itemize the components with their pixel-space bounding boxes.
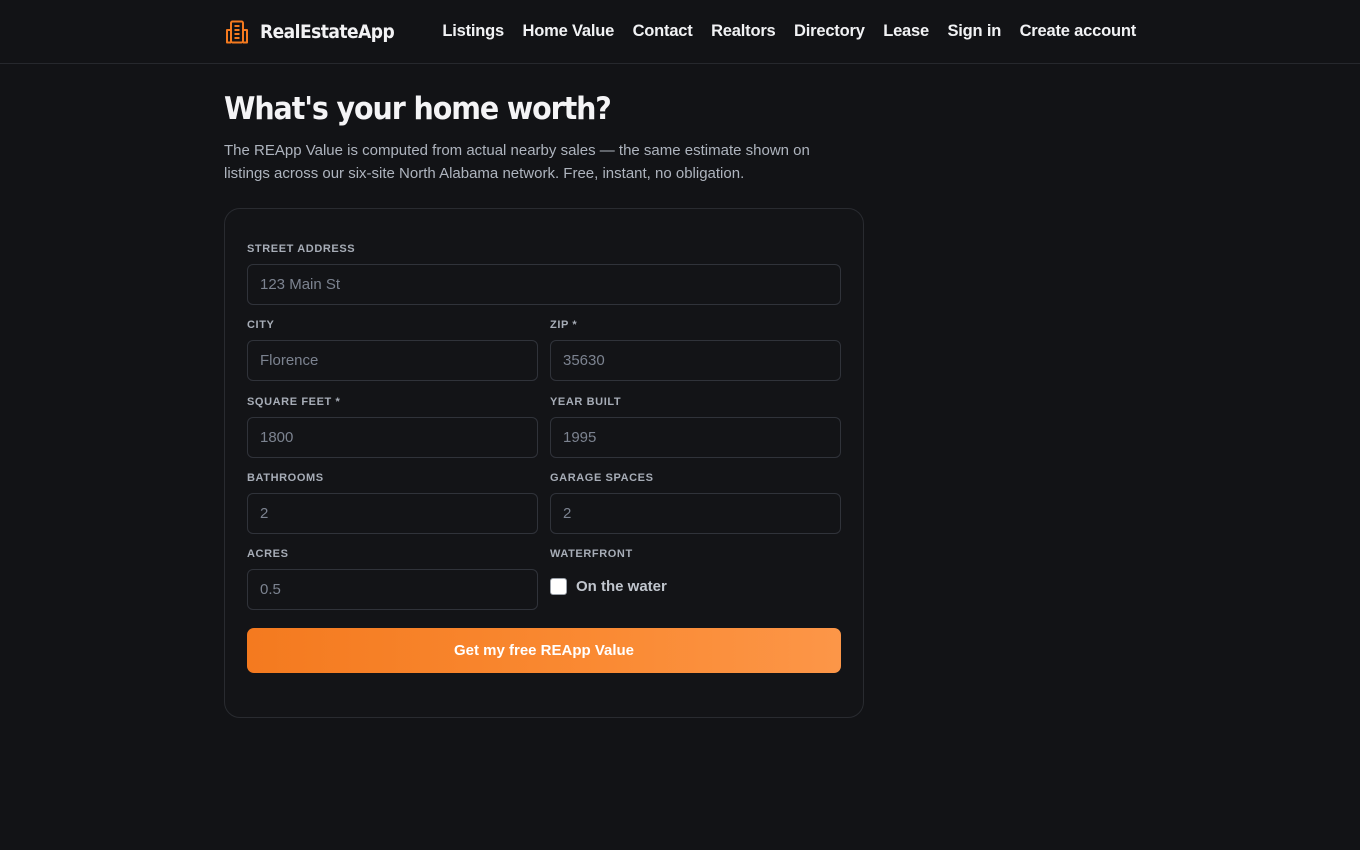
garage-spaces-input[interactable] (550, 493, 841, 534)
nav-link-lease[interactable]: Lease (883, 22, 929, 41)
page-title: What's your home worth? (224, 91, 612, 127)
nav-link-create-account[interactable]: Create account (1020, 22, 1137, 41)
city-field: City (247, 318, 538, 381)
year-built-field: Year built (550, 395, 841, 458)
nav-link-home-value[interactable]: Home Value (523, 22, 615, 41)
street-address-field: Street address (247, 242, 841, 305)
square-feet-input[interactable] (247, 417, 538, 458)
city-input[interactable] (247, 340, 538, 381)
garage-spaces-label: Garage spaces (550, 472, 654, 484)
waterfront-label: Waterfront (550, 548, 633, 560)
nav-link-directory[interactable]: Directory (794, 22, 865, 41)
street-address-input[interactable] (247, 264, 841, 305)
brand-name: RealEstateApp (260, 21, 395, 43)
year-built-input[interactable] (550, 417, 841, 458)
top-navigation-bar: RealEstateApp Listings Home Value Contac… (0, 0, 1360, 64)
nav-link-contact[interactable]: Contact (633, 22, 693, 41)
street-address-label: Street address (247, 243, 356, 255)
home-value-form: Street address City Zip * Square feet * … (224, 208, 864, 718)
waterfront-option[interactable]: On the water (550, 577, 841, 595)
waterfront-field: Waterfront On the water (550, 547, 841, 595)
nav-link-listings[interactable]: Listings (442, 22, 504, 41)
intro-text: The REApp Value is computed from actual … (224, 142, 810, 182)
acres-input[interactable] (247, 569, 538, 610)
brand-logo-link[interactable]: RealEstateApp (224, 18, 409, 46)
zip-input[interactable] (550, 340, 841, 381)
zip-field: Zip * (550, 318, 841, 381)
acres-label: Acres (247, 548, 289, 560)
waterfront-checkbox-label[interactable]: On the water (576, 578, 667, 595)
building-icon (226, 20, 248, 44)
square-feet-label: Square feet * (247, 396, 341, 408)
nav-link-realtors[interactable]: Realtors (711, 22, 776, 41)
zip-label: Zip * (550, 319, 578, 331)
acres-field: Acres (247, 547, 538, 610)
city-label: City (247, 319, 275, 331)
garage-spaces-field: Garage spaces (550, 471, 841, 534)
square-feet-field: Square feet * (247, 395, 538, 458)
waterfront-checkbox[interactable] (550, 577, 567, 595)
bathrooms-input[interactable] (247, 493, 538, 534)
nav-link-sign-in[interactable]: Sign in (947, 22, 1001, 41)
bathrooms-field: Bathrooms (247, 471, 538, 534)
get-value-button[interactable]: Get my free REApp Value (247, 628, 841, 673)
bathrooms-label: Bathrooms (247, 472, 324, 484)
year-built-label: Year built (550, 396, 622, 408)
main-nav: Listings Home Value Contact Realtors Dir… (442, 0, 1136, 63)
